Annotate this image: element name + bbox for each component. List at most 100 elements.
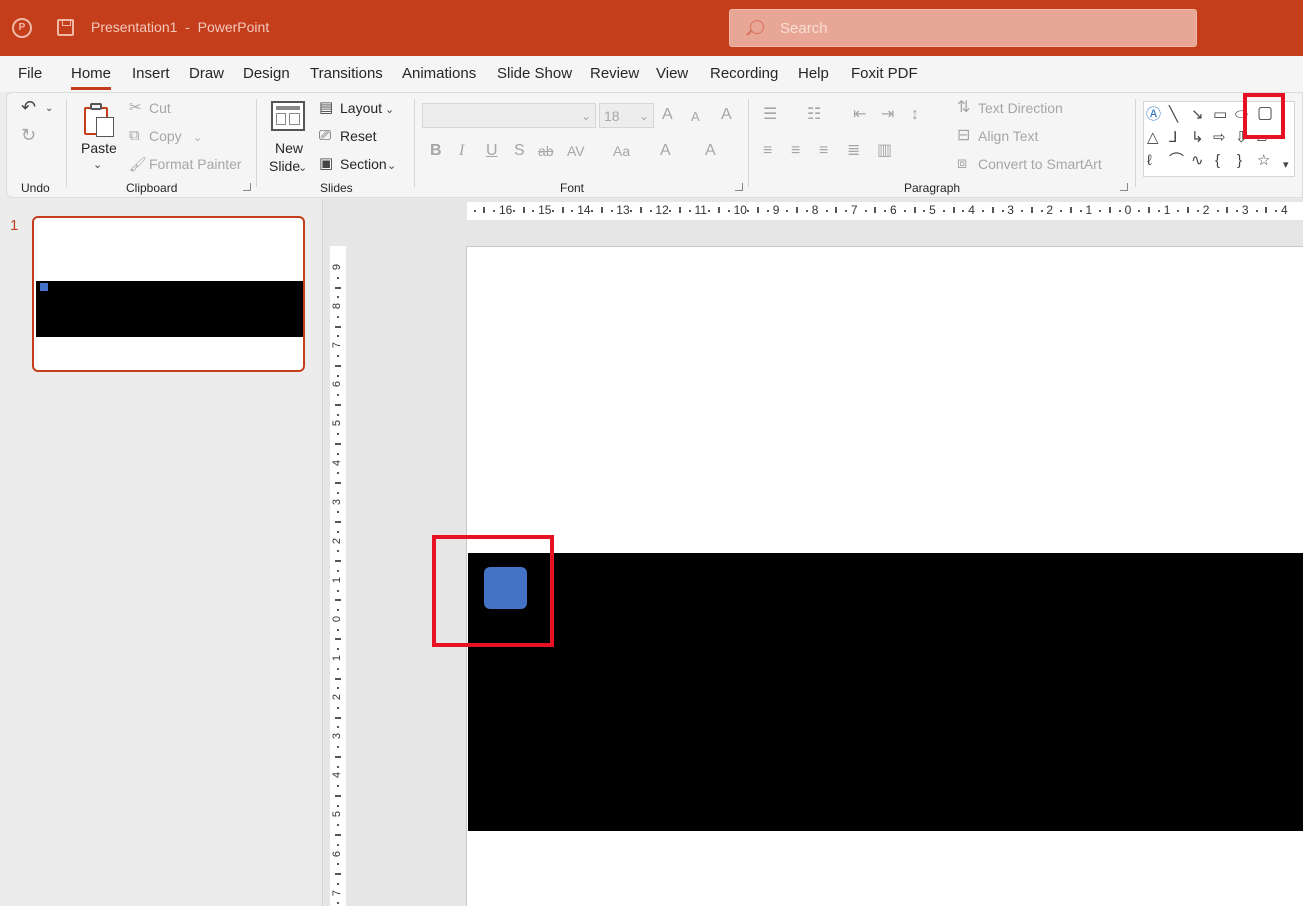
- star-shape-icon[interactable]: ☆: [1257, 153, 1270, 169]
- font-launcher-icon[interactable]: [735, 183, 743, 191]
- right-arrow-shape-icon[interactable]: ⇨: [1213, 130, 1226, 146]
- undo-dropdown-icon[interactable]: ⌄: [45, 101, 53, 117]
- right-brace-shape-icon[interactable]: }: [1237, 153, 1242, 169]
- tab-recording[interactable]: Recording: [710, 65, 778, 82]
- align-center-icon[interactable]: ≡: [791, 143, 800, 159]
- cut-icon[interactable]: ✂: [129, 100, 142, 116]
- shrink-font-icon[interactable]: A: [691, 109, 700, 125]
- reset-icon[interactable]: ⎚: [319, 128, 331, 144]
- grow-font-icon[interactable]: A: [662, 107, 673, 123]
- paste-button[interactable]: Paste: [81, 140, 117, 156]
- tab-design[interactable]: Design: [243, 65, 290, 82]
- font-color-icon[interactable]: A: [705, 143, 716, 159]
- copy-dropdown-icon[interactable]: ⌄: [193, 130, 202, 146]
- paste-icon[interactable]: [82, 101, 116, 137]
- save-icon[interactable]: [57, 19, 74, 36]
- columns-icon[interactable]: ▥: [877, 143, 892, 159]
- tab-insert[interactable]: Insert: [132, 65, 170, 82]
- text-direction-button[interactable]: Text Direction: [978, 100, 1063, 116]
- clear-formatting-icon[interactable]: A: [721, 107, 732, 123]
- tab-slide-show[interactable]: Slide Show: [497, 65, 572, 82]
- new-slide-button-line1[interactable]: New: [275, 140, 303, 156]
- underline-icon[interactable]: U: [486, 143, 498, 159]
- copy-icon[interactable]: ⧉: [129, 128, 140, 144]
- left-brace-shape-icon[interactable]: {: [1215, 153, 1220, 169]
- layout-dropdown-icon[interactable]: ⌄: [385, 102, 394, 118]
- decrease-indent-icon[interactable]: ⇤: [853, 107, 866, 123]
- flowchart-shape-icon[interactable]: ▱: [1257, 130, 1269, 146]
- text-shadow-icon[interactable]: S: [514, 143, 525, 159]
- down-arrow-shape-icon[interactable]: ⇩: [1235, 130, 1248, 146]
- line-spacing-icon[interactable]: ↕: [911, 107, 919, 123]
- new-slide-dropdown-icon[interactable]: ⌄: [298, 160, 307, 176]
- copy-button[interactable]: Copy: [149, 128, 182, 144]
- tab-foxit-pdf[interactable]: Foxit PDF: [851, 65, 918, 82]
- search-input[interactable]: Search: [729, 9, 1197, 47]
- cut-button[interactable]: Cut: [149, 100, 171, 116]
- oval-shape-icon[interactable]: ⬭: [1235, 107, 1248, 123]
- black-rectangle-shape[interactable]: [468, 553, 1303, 831]
- strikethrough-icon[interactable]: ab: [538, 143, 554, 159]
- curve-shape-icon[interactable]: ∿: [1191, 153, 1204, 169]
- layout-button[interactable]: Layout: [340, 100, 382, 116]
- section-dropdown-icon[interactable]: ⌄: [387, 158, 396, 174]
- undo-icon[interactable]: ↶: [21, 98, 36, 116]
- arc-shape-icon[interactable]: ⌒: [1169, 153, 1184, 169]
- paragraph-launcher-icon[interactable]: [1120, 183, 1128, 191]
- italic-icon[interactable]: I: [459, 143, 464, 159]
- font-size-select[interactable]: 18 ⌄: [599, 103, 654, 128]
- triangle-shape-icon[interactable]: △: [1147, 130, 1159, 146]
- ruler-tick-label: 5: [929, 203, 936, 217]
- ruler-tick: [337, 667, 339, 670]
- bold-icon[interactable]: B: [430, 143, 442, 159]
- convert-smartart-button[interactable]: Convert to SmartArt: [978, 156, 1102, 172]
- smartart-icon[interactable]: ⧈: [957, 156, 967, 172]
- tab-file[interactable]: File: [18, 65, 42, 82]
- rectangle-shape-icon[interactable]: ▭: [1213, 107, 1227, 123]
- align-right-icon[interactable]: ≡: [819, 143, 828, 159]
- paste-dropdown-icon[interactable]: ⌄: [93, 157, 102, 173]
- redo-icon[interactable]: ↻: [21, 126, 36, 144]
- slide-canvas[interactable]: [466, 246, 1303, 906]
- bullets-icon[interactable]: ☰: [763, 107, 777, 123]
- ruler-tick: [630, 210, 633, 212]
- arrow-line-shape-icon[interactable]: ↘: [1191, 107, 1204, 123]
- align-left-icon[interactable]: ≡: [763, 143, 772, 159]
- format-painter-button[interactable]: Format Painter: [149, 156, 242, 172]
- elbow-arrow-shape-icon[interactable]: ↳: [1191, 130, 1204, 146]
- shapes-gallery[interactable]: Ⓐ ╲ ↘ ▭ ⬭ ▢ △ ⅃ ↳ ⇨ ⇩ ▱ ℓ ⌒ ∿ { } ☆ ▾: [1143, 101, 1295, 177]
- tab-animations[interactable]: Animations: [402, 65, 476, 82]
- align-text-button[interactable]: Align Text: [978, 128, 1038, 144]
- slide-thumbnail[interactable]: [32, 216, 305, 372]
- new-slide-button-line2[interactable]: Slide: [269, 158, 300, 174]
- new-slide-icon[interactable]: [271, 101, 305, 131]
- character-spacing-icon[interactable]: AV: [567, 143, 585, 159]
- change-case-icon[interactable]: Aa: [613, 143, 630, 159]
- justify-icon[interactable]: ≣: [847, 143, 860, 159]
- tab-help[interactable]: Help: [798, 65, 829, 82]
- tab-view[interactable]: View: [656, 65, 688, 82]
- section-button[interactable]: Section: [340, 156, 387, 172]
- text-box-shape-icon[interactable]: Ⓐ: [1146, 107, 1161, 123]
- more-shapes-icon[interactable]: ▾: [1283, 157, 1289, 173]
- increase-indent-icon[interactable]: ⇥: [881, 107, 894, 123]
- tab-home[interactable]: Home: [71, 65, 112, 90]
- reset-button[interactable]: Reset: [340, 128, 377, 144]
- tab-review[interactable]: Review: [590, 65, 639, 82]
- freeform-shape-icon[interactable]: ℓ: [1147, 153, 1152, 169]
- format-painter-icon[interactable]: 🖌: [129, 156, 147, 172]
- tab-draw[interactable]: Draw: [189, 65, 224, 82]
- blue-rounded-rectangle-shape[interactable]: [484, 567, 527, 609]
- layout-icon[interactable]: ▤: [319, 100, 333, 116]
- tab-transitions[interactable]: Transitions: [310, 65, 383, 82]
- clipboard-launcher-icon[interactable]: [243, 183, 251, 191]
- text-direction-icon[interactable]: ⇅: [957, 100, 970, 116]
- numbering-icon[interactable]: ☷: [807, 107, 821, 123]
- line-shape-icon[interactable]: ╲: [1169, 107, 1178, 123]
- font-name-select[interactable]: ⌄: [422, 103, 596, 128]
- rounded-rectangle-shape-icon[interactable]: ▢: [1257, 104, 1273, 121]
- elbow-connector-shape-icon[interactable]: ⅃: [1169, 130, 1177, 146]
- align-text-icon[interactable]: ⊟: [957, 128, 970, 144]
- section-icon[interactable]: ▣: [319, 156, 333, 172]
- highlight-color-icon[interactable]: A: [660, 143, 671, 159]
